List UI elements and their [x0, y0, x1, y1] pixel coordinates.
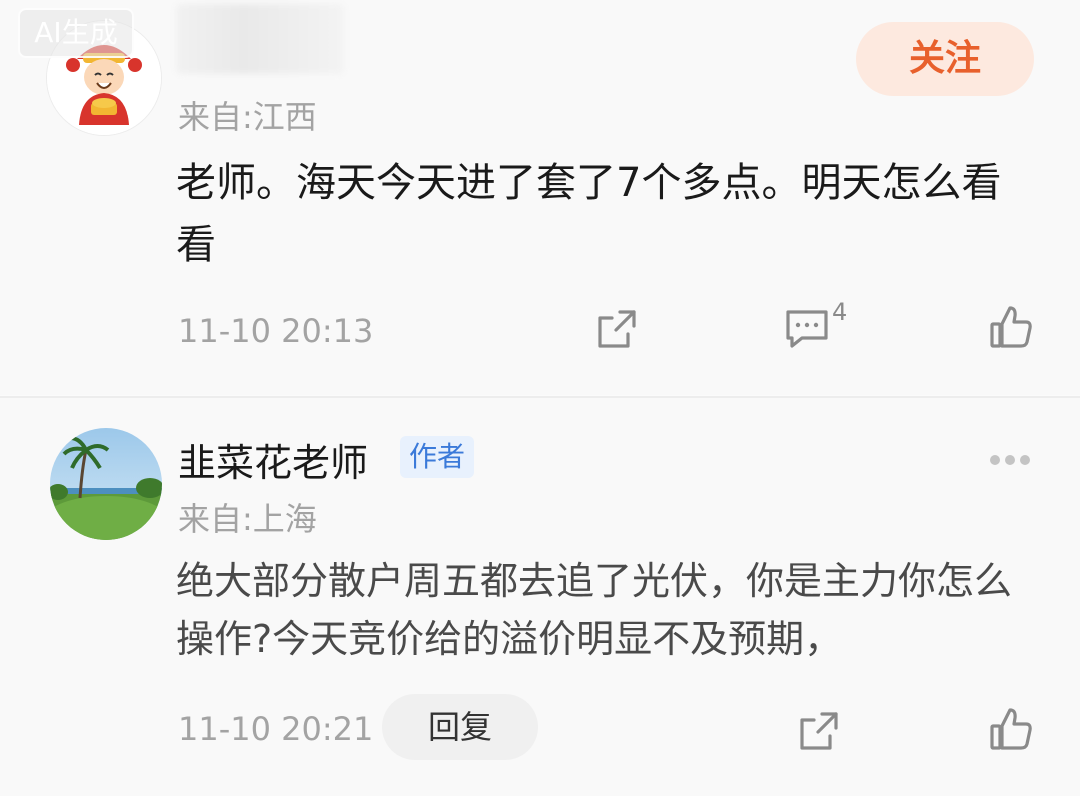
comment-item: AI生成 关注 来自:江西 老师。海天今天进了套了7个多点。明天怎么看看 11-…	[0, 0, 1080, 395]
dot	[990, 455, 1000, 465]
dot	[1020, 455, 1030, 465]
ai-generated-badge: AI生成	[18, 8, 134, 58]
dot	[1005, 455, 1015, 465]
thumbs-up-icon[interactable]	[988, 304, 1034, 352]
thumbs-up-icon[interactable]	[988, 706, 1034, 754]
timestamp: 11-10 20:13	[178, 312, 374, 350]
share-icon[interactable]	[594, 306, 640, 352]
share-icon[interactable]	[796, 708, 842, 754]
comment-text: 老师。海天今天进了套了7个多点。明天怎么看看	[176, 160, 1002, 268]
avatar[interactable]	[50, 428, 162, 540]
timestamp: 11-10 20:21	[178, 710, 374, 748]
palm-tree-lawn-avatar-icon	[50, 428, 162, 540]
reply-count: 4	[832, 298, 848, 326]
username-blurred	[176, 4, 344, 74]
more-icon[interactable]	[990, 450, 1036, 465]
comment-text: 绝大部分散户周五都去追了光伏，你是主力你怎么操作?今天竞价给的溢价明显不及预期，	[176, 559, 1013, 661]
author-badge: 作者	[400, 436, 474, 478]
reply-button[interactable]: 回复	[382, 694, 538, 760]
location-label: 来自:上海	[178, 500, 317, 538]
comment-thread: AI生成 关注 来自:江西 老师。海天今天进了套了7个多点。明天怎么看看 11-…	[0, 0, 1080, 796]
location-label: 来自:江西	[178, 98, 317, 136]
comment-item: 韭菜花老师 作者 来自:上海 绝大部分散户周五都去追了光伏，你是主力你怎么操作?…	[0, 398, 1080, 796]
follow-button[interactable]: 关注	[856, 22, 1034, 96]
author-name[interactable]: 韭菜花老师	[178, 432, 368, 487]
comment-icon[interactable]	[782, 306, 832, 352]
